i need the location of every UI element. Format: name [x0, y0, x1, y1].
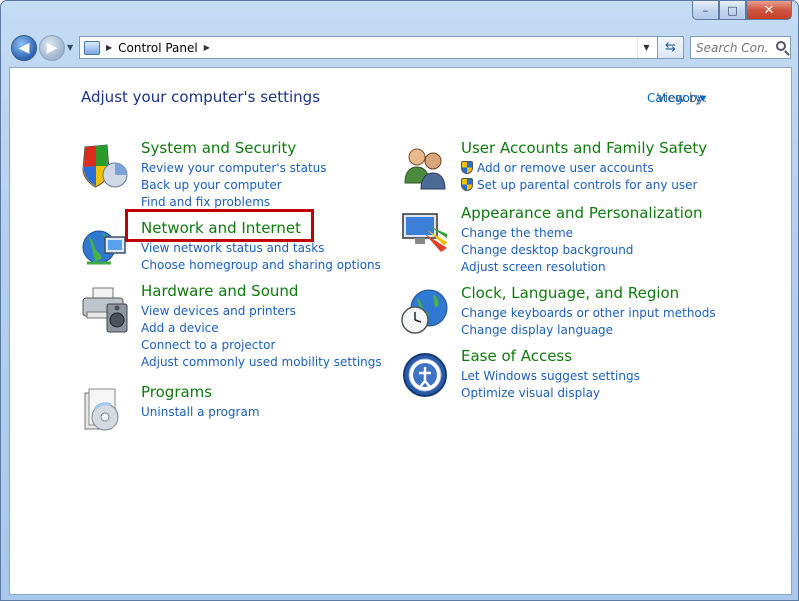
link-change-keyboards[interactable]: Change keyboards or other input methods — [461, 304, 716, 321]
breadcrumb-chevron-icon[interactable]: ▶ — [204, 43, 210, 52]
system-security-icon — [82, 144, 128, 188]
clock-language-icon — [401, 289, 448, 334]
link-back-up-computer[interactable]: Back up your computer — [141, 176, 327, 193]
appearance-icon — [402, 213, 447, 252]
page-title: Adjust your computer's settings — [81, 88, 321, 106]
chevron-down-icon[interactable]: ▼ — [700, 94, 706, 103]
link-optimize-visual-display[interactable]: Optimize visual display — [461, 384, 640, 401]
breadcrumb-chevron-icon[interactable]: ▶ — [106, 43, 112, 52]
control-panel-icon — [84, 40, 100, 55]
search-icon[interactable] — [776, 41, 786, 51]
link-adjust-screen-resolution[interactable]: Adjust screen resolution — [461, 258, 633, 275]
breadcrumb-control-panel[interactable]: Control Panel — [118, 41, 198, 55]
hardware-sound-icon — [82, 287, 128, 333]
programs-icon — [84, 388, 119, 431]
link-add-device[interactable]: Add a device — [141, 319, 382, 336]
content-pane: Adjust your computer's settings View by:… — [9, 67, 792, 595]
uac-shield-icon — [461, 161, 473, 174]
refresh-icon: ⇆ — [665, 40, 676, 55]
link-homegroup-sharing[interactable]: Choose homegroup and sharing options — [141, 256, 381, 273]
highlight-box — [125, 209, 314, 242]
forward-button[interactable]: ▶ — [39, 35, 65, 61]
category-title[interactable]: Appearance and Personalization — [461, 204, 703, 222]
caption-buttons: – □ ✕ — [692, 1, 792, 21]
link-find-fix-problems[interactable]: Find and fix problems — [141, 193, 327, 210]
search-box[interactable] — [690, 36, 791, 59]
refresh-button[interactable]: ⇆ — [657, 37, 683, 58]
recent-pages-dropdown-icon[interactable]: ▼ — [67, 43, 73, 52]
link-change-theme[interactable]: Change the theme — [461, 224, 633, 241]
link-connect-projector[interactable]: Connect to a projector — [141, 336, 382, 353]
forward-arrow-icon: ▶ — [46, 40, 58, 56]
link-uninstall-program[interactable]: Uninstall a program — [141, 403, 260, 420]
network-internet-icon — [82, 230, 126, 265]
address-dropdown-icon[interactable]: ▼ — [637, 37, 655, 58]
maximize-button[interactable]: □ — [719, 1, 746, 20]
address-bar[interactable]: ▶ Control Panel ▶ ▼ ⇆ — [79, 36, 684, 59]
window-frame: – □ ✕ ◀ ▶ ▼ ▶ Control Panel ▶ ▼ ⇆ Adjust… — [0, 0, 799, 601]
link-parental-controls[interactable]: Set up parental controls for any user — [461, 176, 697, 193]
minimize-button[interactable]: – — [692, 1, 719, 20]
back-button[interactable]: ◀ — [11, 35, 37, 61]
category-title[interactable]: System and Security — [141, 139, 296, 157]
close-button[interactable]: ✕ — [746, 1, 792, 20]
category-title[interactable]: Programs — [141, 383, 212, 401]
link-change-desktop-background[interactable]: Change desktop background — [461, 241, 633, 258]
category-title[interactable]: Hardware and Sound — [141, 282, 298, 300]
user-accounts-icon — [404, 148, 446, 190]
category-title[interactable]: User Accounts and Family Safety — [461, 139, 707, 157]
back-arrow-icon: ◀ — [18, 40, 30, 56]
link-mobility-settings[interactable]: Adjust commonly used mobility settings — [141, 353, 382, 370]
ease-of-access-icon — [403, 353, 447, 397]
link-add-remove-user-accounts[interactable]: Add or remove user accounts — [461, 159, 697, 176]
category-title[interactable]: Ease of Access — [461, 347, 572, 365]
link-windows-suggest-settings[interactable]: Let Windows suggest settings — [461, 367, 640, 384]
link-change-display-language[interactable]: Change display language — [461, 321, 716, 338]
category-title[interactable]: Clock, Language, and Region — [461, 284, 679, 302]
view-by-dropdown[interactable]: Category — [647, 91, 702, 105]
search-input[interactable] — [696, 40, 768, 55]
uac-shield-icon — [461, 178, 473, 191]
link-view-devices-printers[interactable]: View devices and printers — [141, 302, 382, 319]
link-review-computer-status[interactable]: Review your computer's status — [141, 159, 327, 176]
